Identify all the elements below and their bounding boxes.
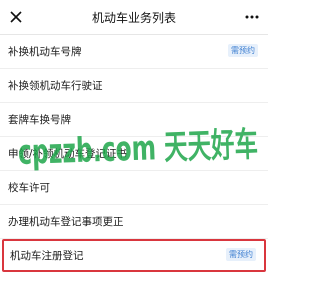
- list-item[interactable]: 套牌车换号牌: [0, 103, 268, 137]
- list-item[interactable]: 补换领机动车行驶证: [0, 69, 268, 103]
- list-item-label: 校车许可: [8, 182, 50, 194]
- list-item-label: 申领/补领机动车登记证书: [8, 148, 128, 160]
- more-icon: [245, 15, 259, 19]
- list-item-label: 补换领机动车行驶证: [8, 80, 103, 92]
- list-item[interactable]: 办理机动车登记事项更正: [0, 205, 268, 239]
- list-item-label: 办理机动车登记事项更正: [8, 216, 124, 228]
- page-title: 机动车业务列表: [91, 11, 176, 25]
- more-button[interactable]: [242, 7, 262, 27]
- business-list: 补换机动车号牌 需预约 补换领机动车行驶证 套牌车换号牌 申领/补领机动车登记证…: [0, 35, 268, 272]
- app-screen: 机动车业务列表 补换机动车号牌 需预约 补换领机动车行驶证 套牌车换号牌 申领/…: [0, 0, 268, 283]
- list-item-label: 机动车注册登记: [10, 250, 84, 262]
- list-item-label: 补换机动车号牌: [8, 46, 82, 58]
- list-item[interactable]: 申领/补领机动车登记证书: [0, 137, 268, 171]
- list-item[interactable]: 补换机动车号牌 需预约: [0, 35, 268, 69]
- header-bar: 机动车业务列表: [0, 0, 268, 35]
- list-item[interactable]: 校车许可: [0, 171, 268, 205]
- list-item-label: 套牌车换号牌: [8, 114, 71, 126]
- list-item-selected[interactable]: 机动车注册登记 需预约: [2, 239, 266, 272]
- appointment-tag: 需预约: [228, 44, 258, 57]
- appointment-tag: 需预约: [226, 248, 256, 261]
